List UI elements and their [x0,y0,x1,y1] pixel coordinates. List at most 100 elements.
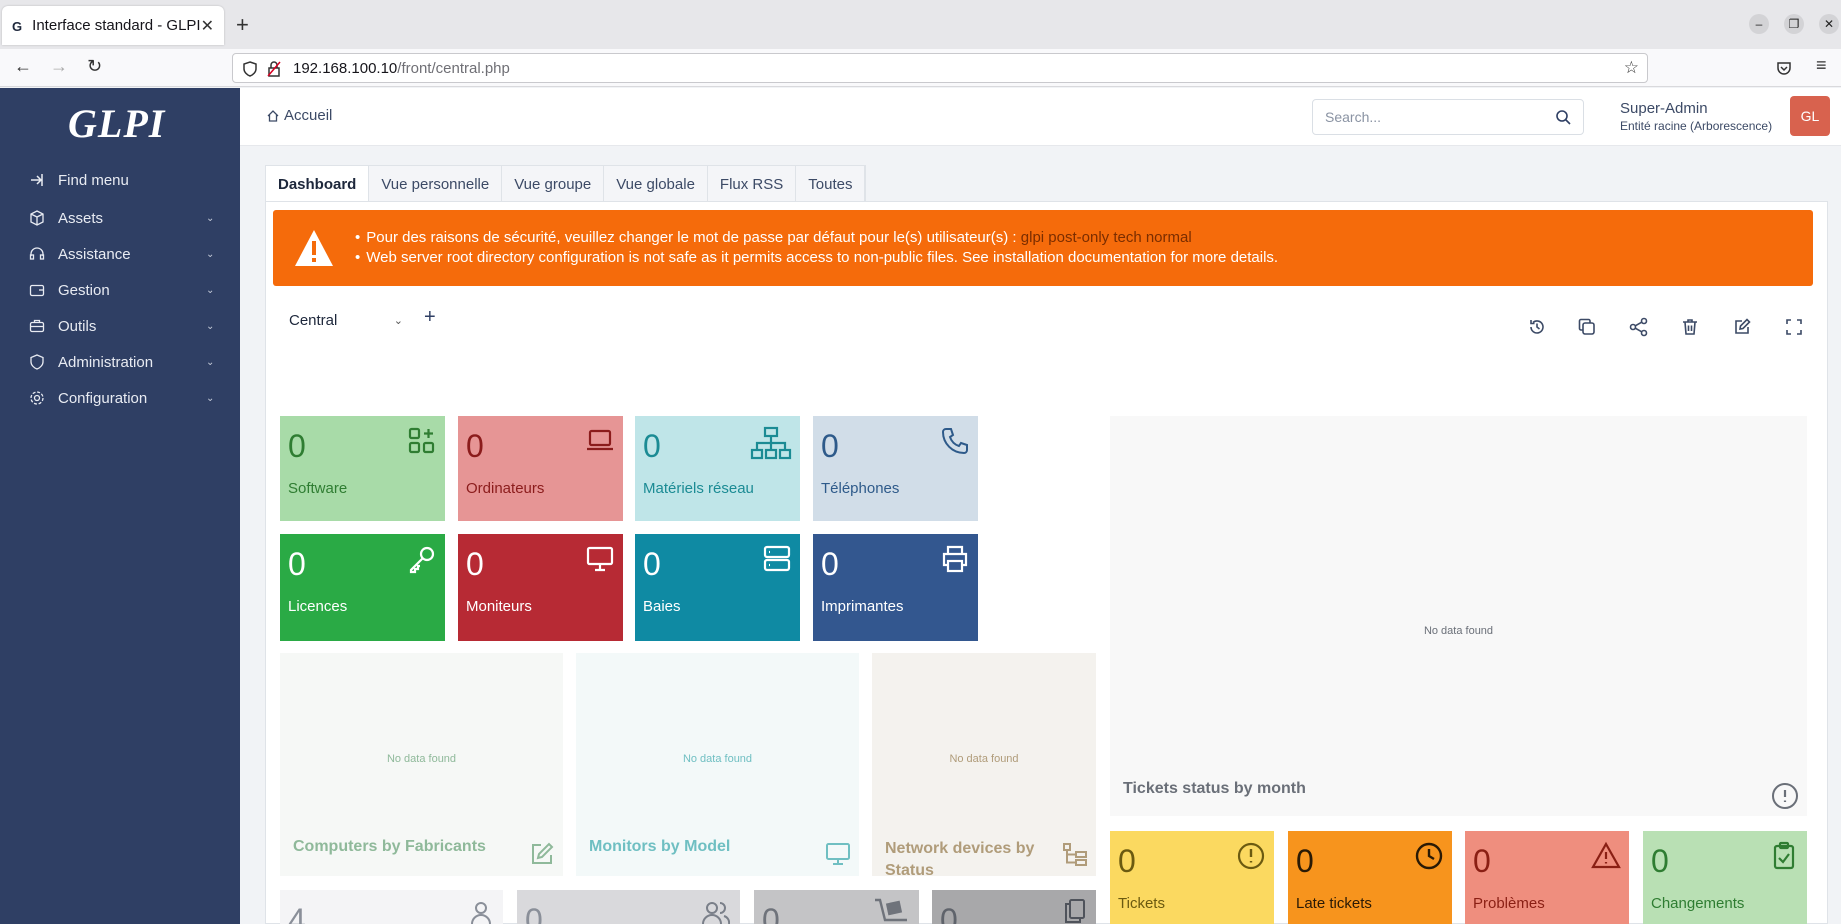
bookmark-star-icon[interactable]: ☆ [1624,58,1639,78]
card-imprimantes[interactable]: 0 Imprimantes [813,534,978,641]
sidebar-item-configuration[interactable]: Configuration ⌄ [0,380,240,416]
sidebar-item-assets[interactable]: Assets ⌄ [0,200,240,236]
card-problemes[interactable]: 0 Problèmes [1465,831,1629,924]
pocket-icon[interactable] [1776,60,1792,76]
url-path: /front/central.php [397,59,510,77]
clone-icon[interactable] [1575,315,1599,339]
tab-vue-globale[interactable]: Vue globale [604,166,708,202]
dashboard-select[interactable]: Central ⌄ [281,304,413,336]
monitor-icon [826,843,850,865]
key-icon [409,546,435,574]
search-icon[interactable] [1555,109,1571,125]
sidebar-item-assistance[interactable]: Assistance ⌄ [0,236,240,272]
trash-icon[interactable] [1678,315,1702,339]
tab-dashboard[interactable]: Dashboard [266,166,370,202]
card-value: 0 [1473,843,1491,879]
reload-icon[interactable]: ↻ [87,56,102,77]
alert-users-link[interactable]: glpi post-only tech normal [1021,228,1192,248]
breadcrumb-home: Accueil [284,107,333,124]
alert-circle-icon [1772,783,1798,809]
card-value: 0 [1296,843,1314,879]
clipboard-check-icon [1773,841,1795,870]
tab-vue-personnelle[interactable]: Vue personnelle [369,166,503,202]
new-tab-icon[interactable]: + [236,12,249,38]
tab-toutes[interactable]: Toutes [796,166,866,202]
restore-icon[interactable]: ❐ [1784,14,1804,34]
glpi-logo[interactable]: GLPI [68,100,176,146]
card-label: Licences [288,598,348,615]
alert-circle-icon [1237,842,1265,870]
laptop-icon [587,429,613,451]
no-data-text: No data found [682,753,753,765]
sidebar-item-administration[interactable]: Administration ⌄ [0,344,240,380]
card-changements[interactable]: 0 Changements [1643,831,1807,924]
share-icon[interactable] [1627,315,1651,339]
alert-message-webroot: Web server root directory configuration … [366,249,1279,266]
chevron-down-icon: ⌄ [206,392,215,404]
wallet-icon [28,281,46,299]
fullscreen-icon[interactable] [1782,315,1806,339]
back-icon[interactable]: ← [14,56,32,77]
card-label: Baies [643,598,681,615]
chart-title: Tickets status by month [1123,780,1306,797]
alert-message-passwords: Pour des raisons de sécurité, veuillez c… [366,229,1017,246]
add-dashboard-icon[interactable]: + [424,306,436,329]
avatar[interactable]: GL [1790,96,1830,136]
clock-icon [1415,842,1443,870]
card-moniteurs[interactable]: 0 Moniteurs [458,534,623,641]
sidebar-item-find-menu[interactable]: Find menu [0,162,240,198]
card-documents[interactable]: 0 [932,890,1096,924]
menu-hamburger-icon[interactable]: ≡ [1816,55,1827,76]
url-bar[interactable]: 192.168.100.10/front/central.php ☆ [232,53,1648,83]
search-input[interactable]: Search... [1312,99,1584,135]
browser-tab[interactable]: G Interface standard - GLPI ✕ [2,6,224,45]
card-label: Imprimantes [821,598,904,615]
user-entity[interactable]: Entité racine (Arborescence) [1620,119,1772,133]
breadcrumb[interactable]: Accueil [266,107,332,124]
tree-icon [1063,843,1087,866]
insecure-lock-icon [267,61,281,77]
card-materiels-reseau[interactable]: 0 Matériels réseau [635,416,800,521]
url-host: 192.168.100.10 [293,59,398,77]
browser-navbar: ← → ↻ 192.168.100.10/front/central.php ☆… [0,49,1841,87]
card-groups[interactable]: 0 [517,890,740,924]
card-baies[interactable]: 0 Baies [635,534,800,641]
card-licences[interactable]: 0 Licences [280,534,445,641]
users-icon [702,902,730,924]
tab-vue-groupe[interactable]: Vue groupe [502,166,605,202]
card-label: Tickets [1118,895,1165,912]
minimize-icon[interactable]: – [1749,14,1769,34]
card-users[interactable]: 4 [280,890,503,924]
warning-icon [295,230,333,266]
card-ordinateurs[interactable]: 0 Ordinateurs [458,416,623,521]
card-software[interactable]: 0 Software [280,416,445,521]
shield-icon [28,353,46,371]
card-value: 0 [1651,843,1669,879]
history-icon[interactable] [1525,315,1549,339]
browser-tab-title: Interface standard - GLPI [32,17,201,34]
sidebar-item-label: Configuration [58,389,148,407]
edit-icon[interactable] [1730,315,1754,339]
shield-icon [243,61,257,77]
forward-icon[interactable]: → [50,56,68,77]
user-name[interactable]: Super-Admin [1620,100,1708,117]
card-telephones[interactable]: 0 Téléphones [813,416,978,521]
card-suppliers[interactable]: 0 [754,890,919,924]
card-tickets[interactable]: 0 Tickets [1110,831,1274,924]
card-value: 0 [466,546,484,582]
sidebar-item-gestion[interactable]: Gestion ⌄ [0,272,240,308]
card-label: Ordinateurs [466,480,545,497]
close-tab-icon[interactable]: ✕ [201,16,214,36]
card-label: Late tickets [1296,895,1372,912]
printer-icon [942,545,968,573]
sidebar-item-outils[interactable]: Outils ⌄ [0,308,240,344]
chevron-down-icon: ⌄ [206,356,215,368]
card-label: Téléphones [821,480,900,497]
user-icon [471,902,491,924]
chart-tickets-status-by-month: No data found Tickets status by month [1110,416,1807,816]
card-late-tickets[interactable]: 0 Late tickets [1288,831,1452,924]
tab-flux-rss[interactable]: Flux RSS [708,166,797,202]
card-label: Problèmes [1473,895,1545,912]
close-window-icon[interactable]: ✕ [1819,14,1839,34]
chart-title: Monitors by Model [589,838,731,855]
